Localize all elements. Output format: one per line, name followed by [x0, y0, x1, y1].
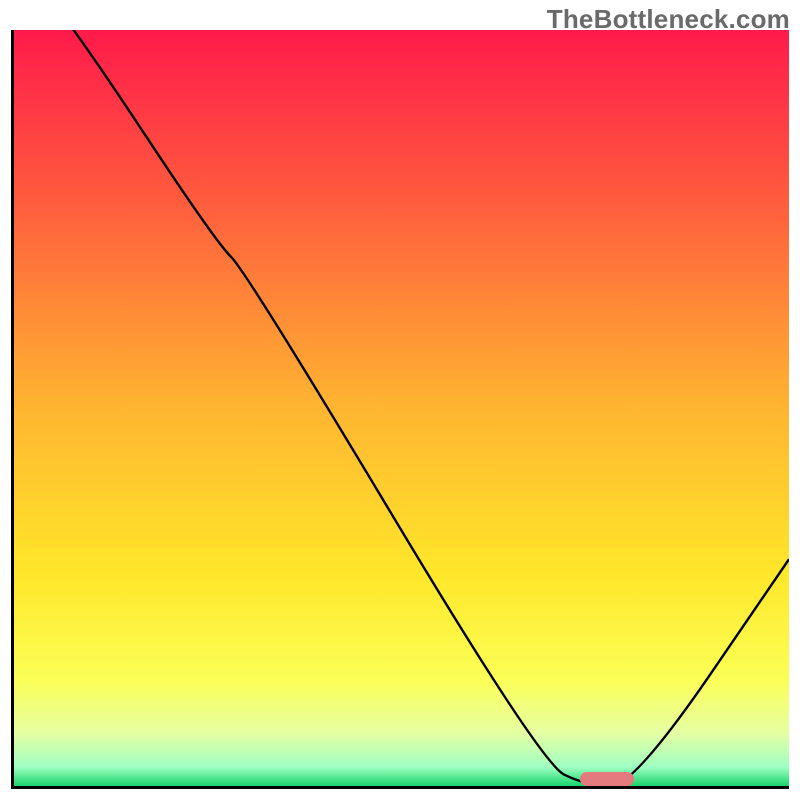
optimum-marker — [580, 772, 634, 786]
plot-area — [11, 30, 789, 789]
bottleneck-curve — [14, 30, 789, 786]
chart-frame: TheBottleneck.com — [0, 0, 800, 800]
watermark-text: TheBottleneck.com — [547, 4, 790, 35]
